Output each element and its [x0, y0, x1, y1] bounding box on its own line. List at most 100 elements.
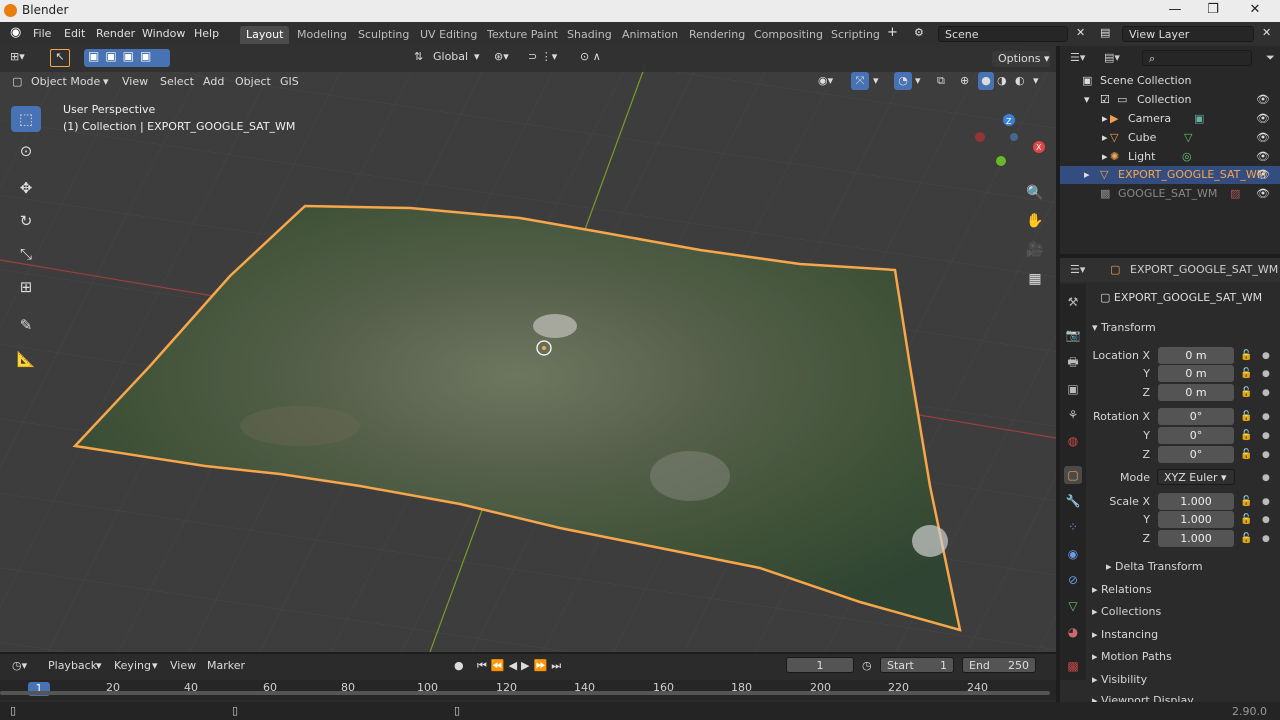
menu-file[interactable]: File [33, 27, 51, 40]
remove-view-layer-icon[interactable]: ✕ [1262, 26, 1271, 39]
outliner-item-camera[interactable]: ▸ ▶ Camera ▣ 👁 [1060, 110, 1280, 128]
location-y-field[interactable]: 0 m [1158, 365, 1234, 382]
viewport-menu-view[interactable]: View [122, 75, 148, 88]
keyframe-dot-icon[interactable]: ● [1262, 351, 1270, 361]
viewport-canvas[interactable]: Z X [0, 46, 1056, 652]
collections-panel-header[interactable]: ▸ Collections [1092, 605, 1161, 618]
world-tab-icon[interactable]: ◍ [1064, 432, 1082, 450]
instancing-panel-header[interactable]: ▸ Instancing [1092, 628, 1158, 641]
transform-tool-icon[interactable]: ⊞ [11, 274, 41, 300]
perspective-toggle-icon[interactable]: ▦ [1022, 266, 1048, 292]
editor-type-icon[interactable]: ⊞▾ [10, 50, 25, 63]
menu-help[interactable]: Help [194, 27, 219, 40]
delta-transform-header[interactable]: ▸ Delta Transform [1106, 560, 1203, 573]
transform-panel-header[interactable]: ▾ Transform [1092, 321, 1156, 334]
lock-icon[interactable]: 🔓 [1240, 387, 1252, 398]
gizmo-chevron-icon[interactable]: ▾ [873, 74, 879, 87]
pan-hand-icon[interactable]: ✋ [1022, 208, 1048, 234]
pivot-icon[interactable]: ⊛▾ [494, 50, 509, 63]
rotation-mode-dropdown[interactable]: XYZ Euler ▾ [1157, 469, 1235, 485]
material-tab-icon[interactable]: ◕ [1064, 623, 1082, 641]
scene-field[interactable]: Scene [938, 26, 1068, 42]
playback-controls-icons[interactable]: ⏮⏪◀▶⏩⏭ [477, 659, 565, 673]
viewport-3d[interactable]: Z X [0, 46, 1056, 652]
eye-icon[interactable]: 👁 [1256, 129, 1270, 147]
timeline-editor-icon[interactable]: ◷▾ [12, 659, 27, 672]
view-layer-tab-icon[interactable]: ▣ [1064, 380, 1082, 398]
object-name-field[interactable]: ▢ EXPORT_GOOGLE_SAT_WM [1094, 290, 1270, 306]
outliner-scene-collection[interactable]: ▣ Scene Collection [1060, 72, 1280, 90]
rendered-shading-icon[interactable]: ◐ [1015, 74, 1025, 87]
eye-icon[interactable]: 👁 [1256, 91, 1270, 109]
physics-tab-icon[interactable]: ◉ [1064, 545, 1082, 563]
scene-icon[interactable]: ⚙ [914, 26, 924, 39]
expand-icon[interactable]: ▸ [1102, 110, 1108, 128]
view-layer-field[interactable]: View Layer [1122, 26, 1254, 42]
shading-chevron-icon[interactable]: ▾ [1033, 74, 1039, 87]
rotate-tool-icon[interactable]: ↻ [11, 208, 41, 234]
tab-texture-paint[interactable]: Texture Paint [481, 26, 564, 44]
lock-icon[interactable]: 🔓 [1240, 449, 1252, 460]
current-frame-field[interactable]: 1 [786, 657, 854, 673]
tab-sculpting[interactable]: Sculpting [352, 26, 415, 44]
tab-uv-editing[interactable]: UV Editing [414, 26, 483, 44]
viewport-display-panel-header[interactable]: ▸ Viewport Display [1092, 694, 1194, 702]
menu-window[interactable]: Window [142, 27, 185, 40]
keyframe-dot-icon[interactable]: ● [1262, 412, 1270, 422]
scene-tab-icon[interactable]: ⚘ [1064, 406, 1082, 424]
start-frame-field[interactable]: Start 1 [880, 657, 954, 673]
rotation-z-field[interactable]: 0° [1158, 446, 1234, 463]
options-dropdown[interactable]: Options ▾ [992, 51, 1050, 67]
tab-modeling[interactable]: Modeling [291, 26, 353, 44]
keyframe-dot-icon[interactable]: ● [1262, 534, 1270, 544]
lock-icon[interactable]: 🔓 [1240, 411, 1252, 422]
mode-selector[interactable]: Object Mode [31, 75, 100, 88]
checkbox-icon[interactable]: ☑ [1100, 91, 1110, 109]
scale-x-field[interactable]: 1.000 [1158, 493, 1234, 510]
scale-y-field[interactable]: 1.000 [1158, 511, 1234, 528]
proportional-edit-icon[interactable]: ⊙ ∧ [580, 50, 601, 63]
clock-icon[interactable]: ◷ [862, 659, 872, 672]
annotate-tool-icon[interactable]: ✎ [11, 312, 41, 338]
overlays-chevron-icon[interactable]: ▾ [915, 74, 921, 87]
camera-view-icon[interactable]: 🎥 [1022, 237, 1048, 263]
keyframe-dot-icon[interactable]: ● [1262, 388, 1270, 398]
select-box-tool-icon[interactable]: ⬚ [11, 106, 41, 132]
keyframe-dot-icon[interactable]: ● [1262, 450, 1270, 460]
tab-compositing[interactable]: Compositing [748, 26, 829, 44]
move-tool-icon[interactable]: ✥ [11, 175, 41, 201]
zoom-icon[interactable]: 🔍 [1022, 180, 1048, 206]
select-tool-icon[interactable]: ↖ [50, 49, 70, 67]
outliner-search-input[interactable]: ⌕ [1142, 50, 1252, 66]
timeline-playback[interactable]: Playback [48, 659, 97, 672]
eye-icon[interactable]: 👁 [1256, 110, 1270, 128]
tab-rendering[interactable]: Rendering [683, 26, 751, 44]
location-z-field[interactable]: 0 m [1158, 384, 1234, 401]
filter-icon[interactable]: ⏷ [1266, 51, 1275, 65]
keyframe-dot-icon[interactable]: ● [1262, 473, 1270, 483]
menu-render[interactable]: Render [96, 27, 135, 40]
motion-paths-panel-header[interactable]: ▸ Motion Paths [1092, 650, 1172, 663]
gizmo-toggle-icon[interactable]: ⤧ [851, 72, 869, 90]
rotation-y-field[interactable]: 0° [1158, 427, 1234, 444]
outliner-editor-icon[interactable]: ☰▾ [1070, 51, 1085, 64]
object-tab-icon[interactable]: ▢ [1064, 466, 1082, 484]
keyframe-dot-icon[interactable]: ● [1262, 431, 1270, 441]
xray-icon[interactable]: ⧉ [937, 74, 945, 88]
lock-icon[interactable]: 🔓 [1240, 350, 1252, 361]
scale-z-field[interactable]: 1.000 [1158, 530, 1234, 547]
timeline-marker[interactable]: Marker [207, 659, 245, 672]
data-tab-icon[interactable]: ▽ [1064, 597, 1082, 615]
expand-icon[interactable]: ▾ [1084, 91, 1090, 109]
outliner-item-collection[interactable]: ▾ ☑ ▭ Collection 👁 [1060, 91, 1280, 109]
lock-icon[interactable]: 🔓 [1240, 430, 1252, 441]
lock-icon[interactable]: 🔓 [1240, 368, 1252, 379]
visibility-panel-header[interactable]: ▸ Visibility [1092, 673, 1147, 686]
outliner-item-cube[interactable]: ▸ ▽ Cube ▽ 👁 [1060, 129, 1280, 147]
viewport-menu-gis[interactable]: GIS [280, 75, 299, 88]
constraints-tab-icon[interactable]: ⊘ [1064, 571, 1082, 589]
modifier-tab-icon[interactable]: 🔧 [1064, 492, 1082, 510]
tab-layout[interactable]: Layout [240, 26, 290, 44]
menu-edit[interactable]: Edit [64, 27, 85, 40]
transform-orientation[interactable]: Global [433, 50, 468, 63]
